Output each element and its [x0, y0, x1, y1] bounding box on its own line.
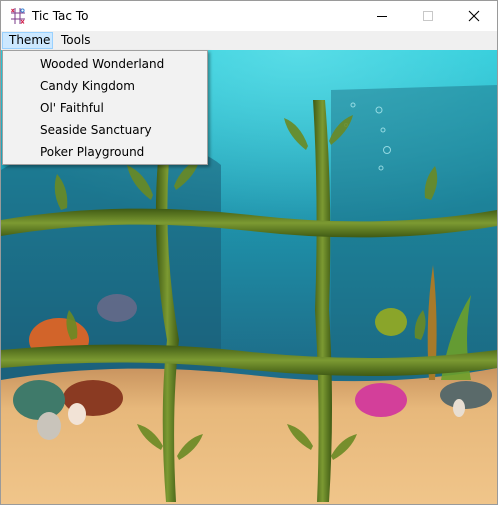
seashell — [37, 412, 61, 440]
minimize-button[interactable] — [359, 1, 405, 31]
pink-coral — [355, 383, 407, 417]
theme-option-wooded-wonderland[interactable]: Wooded Wonderland — [3, 53, 207, 75]
maximize-button[interactable] — [405, 1, 451, 31]
green-sponge — [375, 308, 407, 336]
theme-dropdown-menu: Wooded Wonderland Candy Kingdom Ol' Fait… — [2, 50, 208, 165]
window-title: Tic Tac To — [32, 9, 89, 23]
theme-option-seaside-sanctuary[interactable]: Seaside Sanctuary — [3, 119, 207, 141]
maximize-icon — [423, 11, 433, 21]
close-icon — [468, 10, 480, 22]
theme-option-poker-playground[interactable]: Poker Playground — [3, 141, 207, 163]
menu-tools[interactable]: Tools — [55, 32, 99, 49]
seashell-right — [453, 399, 465, 417]
close-button[interactable] — [451, 1, 497, 31]
seashell-small — [68, 403, 86, 425]
menu-theme[interactable]: Theme — [2, 32, 53, 49]
minimize-icon — [377, 16, 387, 17]
theme-option-candy-kingdom[interactable]: Candy Kingdom — [3, 75, 207, 97]
gray-rock-right — [440, 381, 492, 409]
app-window: Tic Tac To Theme Tools Wooded Wonderland… — [0, 0, 498, 505]
green-rock — [13, 380, 65, 420]
menu-bar: Theme Tools — [1, 31, 497, 50]
purple-rock — [97, 294, 137, 322]
title-bar[interactable]: Tic Tac To — [1, 1, 497, 31]
theme-option-ol-faithful[interactable]: Ol' Faithful — [3, 97, 207, 119]
tic-tac-toe-app-icon — [11, 8, 25, 24]
